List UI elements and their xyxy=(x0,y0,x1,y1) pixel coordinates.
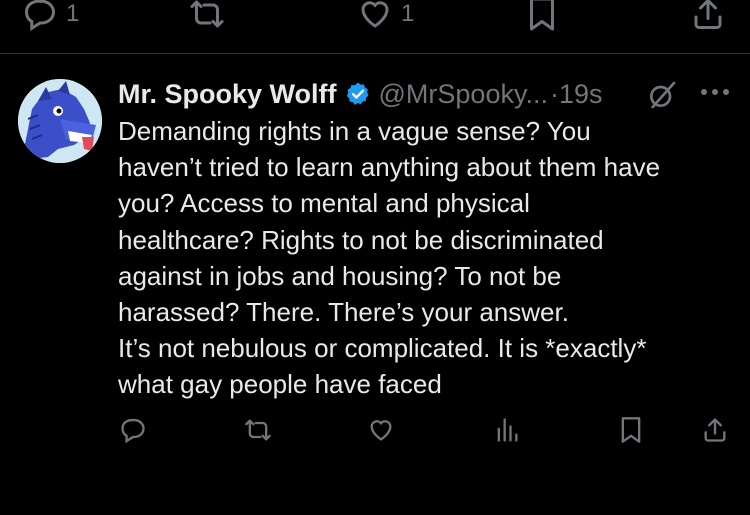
share-button[interactable] xyxy=(700,416,730,444)
like-button[interactable] xyxy=(366,416,396,444)
views-button[interactable] xyxy=(492,416,522,444)
verified-badge xyxy=(345,81,371,107)
avatar[interactable] xyxy=(18,79,102,163)
grok-icon xyxy=(650,81,676,109)
author-name[interactable]: Mr. Spooky Wolff xyxy=(118,79,337,110)
more-icon xyxy=(701,89,729,95)
previous-tweet-actions: 1 1 xyxy=(0,0,750,40)
tweet-divider xyxy=(0,53,750,54)
tweet-text-line: haven’t tried to learn anything about th… xyxy=(118,152,661,183)
tweet-text-line: you? Access to mental and physical xyxy=(118,188,530,219)
verified-badge-icon xyxy=(346,82,369,105)
author-handle[interactable]: @MrSpooky... xyxy=(379,79,548,110)
bookmark-button[interactable] xyxy=(522,0,562,32)
heart-icon xyxy=(361,1,389,28)
share-icon xyxy=(704,418,726,442)
reply-count: 1 xyxy=(66,0,80,27)
tweet-text-line: harassed? There. There’s your answer. xyxy=(118,297,569,328)
grok-button[interactable] xyxy=(646,79,678,116)
bookmark-icon xyxy=(621,417,641,443)
reply-button[interactable]: 1 xyxy=(20,0,79,32)
more-button[interactable] xyxy=(698,82,732,107)
views-icon xyxy=(497,418,518,442)
tweet-text-line: against in jobs and housing? To not be xyxy=(118,260,562,291)
reply-icon xyxy=(121,418,145,444)
share-button[interactable] xyxy=(688,0,728,32)
avatar-image xyxy=(18,79,102,163)
tweet-text-line: Demanding rights in a vague sense? You xyxy=(118,116,591,146)
bookmark-icon xyxy=(530,0,554,31)
like-button[interactable]: 1 xyxy=(355,0,414,32)
tweet-text: Demanding rights in a vague sense? You h… xyxy=(118,113,738,403)
retweet-button[interactable] xyxy=(185,0,229,32)
tweet-text-line: healthcare? Rights to not be discriminat… xyxy=(118,224,604,255)
tweet-text-line: It’s not nebulous or complicated. It is … xyxy=(118,333,647,364)
reply-icon xyxy=(24,0,56,31)
retweet-button[interactable] xyxy=(242,416,274,444)
retweet-icon xyxy=(190,0,224,28)
reply-button[interactable] xyxy=(118,416,148,444)
like-count: 1 xyxy=(401,0,415,27)
retweet-icon xyxy=(245,419,271,441)
tweet-time[interactable]: ·19s xyxy=(550,79,603,110)
bookmark-button[interactable] xyxy=(616,416,646,444)
heart-icon xyxy=(370,420,392,441)
share-icon xyxy=(694,0,722,29)
tweet-text-line: what gay people have faced xyxy=(118,369,442,400)
tweet-header: Mr. Spooky Wolff @MrSpooky... ·19s xyxy=(118,76,732,112)
tweet-actions xyxy=(0,412,750,452)
